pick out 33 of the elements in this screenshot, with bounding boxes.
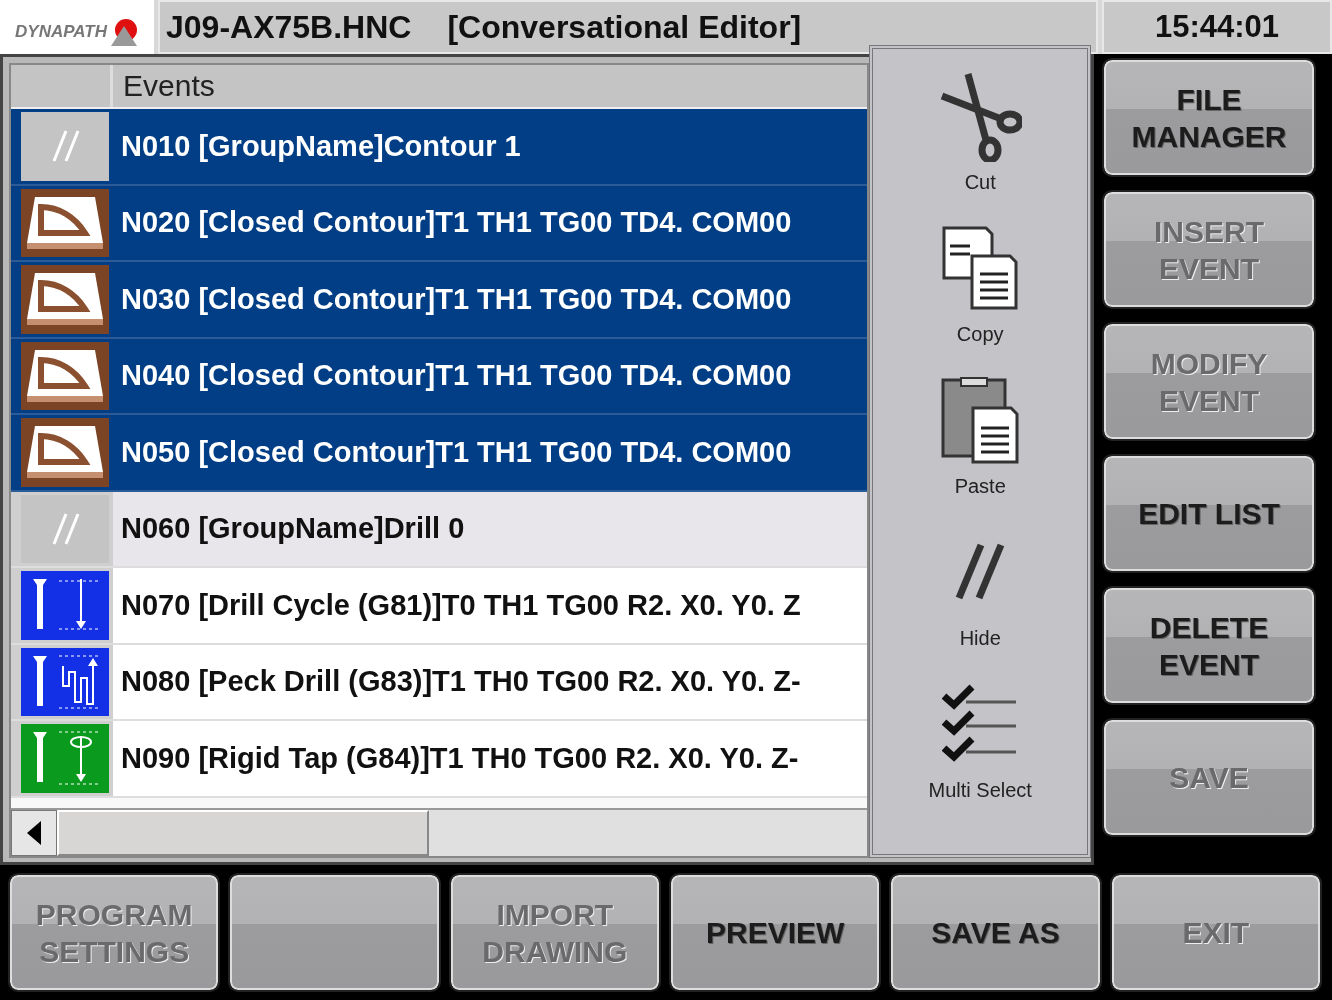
- double-slash-icon: [955, 542, 1006, 602]
- scroll-thumb[interactable]: [57, 810, 429, 856]
- column-header: Events: [122, 68, 216, 104]
- clock: 15:44:01: [1102, 0, 1332, 54]
- blank-softkey-button[interactable]: [230, 875, 439, 990]
- logo-text: DYNAPATH: [15, 22, 107, 42]
- checklist-icon: [942, 684, 1019, 764]
- editor-mode: [Conversational Editor]: [447, 8, 802, 46]
- menu-item[interactable]: Paste: [905, 365, 1056, 515]
- menu-item[interactable]: Hide: [905, 517, 1056, 667]
- menu-item[interactable]: Copy: [905, 213, 1056, 363]
- horizontal-scrollbar[interactable]: [11, 808, 868, 856]
- menu-item[interactable]: Cut: [905, 61, 1056, 211]
- softkey-button[interactable]: PREVIEW: [671, 875, 880, 990]
- scroll-left-button[interactable]: [11, 810, 57, 856]
- copy-icon: [942, 226, 1019, 310]
- menu-item[interactable]: Multi Select: [905, 669, 1056, 819]
- side-button[interactable]: EDIT LIST: [1104, 456, 1314, 571]
- mountain-sun-icon: [108, 18, 139, 46]
- side-button[interactable]: FILE MANAGER: [1104, 60, 1314, 175]
- menu-label: Hide: [959, 627, 1001, 650]
- menu-label: Multi Select: [928, 779, 1032, 802]
- menu-label: Copy: [956, 323, 1004, 346]
- double-slash-icon: [50, 511, 80, 546]
- file-name: J09-AX75B.HNC: [166, 8, 412, 46]
- scissors-icon: [938, 70, 1023, 162]
- menu-label: Paste: [954, 475, 1006, 498]
- paste-icon: [941, 376, 1020, 464]
- menu-label: Cut: [964, 171, 996, 194]
- left-arrow-icon: [27, 821, 41, 845]
- softkey-button[interactable]: SAVE AS: [891, 875, 1100, 990]
- double-slash-icon: [50, 129, 80, 164]
- side-button[interactable]: DELETE EVENT: [1104, 588, 1314, 703]
